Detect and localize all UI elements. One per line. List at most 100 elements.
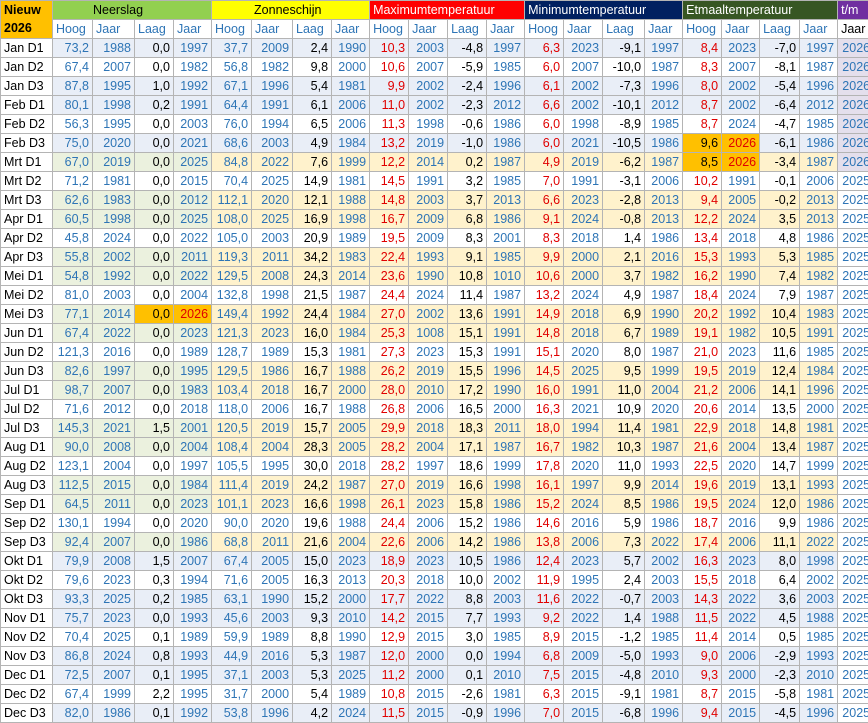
tm-year-cell: 2026 (838, 77, 868, 96)
tm-year-cell: 2025 (838, 286, 868, 305)
year-cell: 2004 (409, 438, 448, 457)
value-cell: 8,5 (683, 153, 722, 172)
year-cell: 2010 (487, 666, 525, 685)
table-row: Jul D3145,320211,52001120,5201915,720052… (1, 419, 868, 438)
value-cell: 14,3 (683, 590, 722, 609)
value-cell: 77,1 (53, 305, 93, 324)
year-cell: 2002 (645, 552, 683, 571)
year-cell: 1989 (332, 685, 370, 704)
tm-year-cell: 2025 (838, 210, 868, 229)
column-header: Laag (603, 20, 645, 39)
value-cell: 0,0 (135, 495, 174, 514)
row-label: Nov D1 (1, 609, 53, 628)
year-cell: 1990 (332, 628, 370, 647)
value-cell: -0,2 (760, 191, 800, 210)
value-cell: 54,8 (53, 267, 93, 286)
year-cell: 1994 (252, 115, 293, 134)
value-cell: -4,5 (760, 704, 800, 723)
value-cell: -2,8 (603, 191, 645, 210)
year-cell: 2005 (722, 191, 760, 210)
value-cell: 16,0 (525, 381, 564, 400)
value-cell: 15,7 (293, 419, 332, 438)
group-header-maxtemp: Maximumtemperatuur (370, 1, 525, 20)
year-cell: 2008 (93, 438, 135, 457)
value-cell: 6,0 (525, 134, 564, 153)
year-cell: 2007 (93, 533, 135, 552)
value-cell: 12,1 (293, 191, 332, 210)
year-cell: 2022 (564, 590, 603, 609)
year-cell: 2023 (564, 39, 603, 58)
group-header-zonneschijn: Zonneschijn (212, 1, 370, 20)
year-cell: 2009 (409, 210, 448, 229)
year-cell: 2019 (722, 476, 760, 495)
year-cell: 2024 (722, 495, 760, 514)
year-cell: 1981 (332, 77, 370, 96)
year-cell: 1995 (174, 685, 212, 704)
year-cell: 2006 (409, 400, 448, 419)
value-cell: 9,4 (683, 704, 722, 723)
value-cell: -4,7 (760, 115, 800, 134)
value-cell: 16,7 (293, 381, 332, 400)
year-cell: 1987 (487, 153, 525, 172)
year-cell: 2025 (93, 628, 135, 647)
year-cell: 2001 (487, 229, 525, 248)
row-label: Aug D3 (1, 476, 53, 495)
year-cell: 2022 (800, 533, 838, 552)
value-cell: 9,4 (683, 191, 722, 210)
tm-year-cell: 2025 (838, 514, 868, 533)
year-cell: 1986 (487, 495, 525, 514)
value-cell: -2,4 (448, 77, 487, 96)
year-cell: 2024 (564, 210, 603, 229)
year-cell: 1997 (645, 39, 683, 58)
value-cell: 9,2 (525, 609, 564, 628)
year-cell: 1995 (252, 457, 293, 476)
value-cell: -3,1 (603, 172, 645, 191)
value-cell: 67,4 (53, 324, 93, 343)
year-cell: 1994 (487, 647, 525, 666)
value-cell: 79,6 (53, 571, 93, 590)
row-label: Aug D2 (1, 457, 53, 476)
value-cell: 0,0 (135, 248, 174, 267)
column-header: Jaar (564, 20, 603, 39)
value-cell: 119,3 (212, 248, 252, 267)
row-label: Nov D2 (1, 628, 53, 647)
year-cell: 2022 (174, 229, 212, 248)
year-cell: 1988 (332, 400, 370, 419)
row-label: Sep D1 (1, 495, 53, 514)
year-cell: 1995 (564, 571, 603, 590)
year-cell: 2007 (174, 552, 212, 571)
value-cell: 18,0 (525, 419, 564, 438)
column-header: Laag (448, 20, 487, 39)
year-cell: 1996 (487, 77, 525, 96)
value-cell: 80,1 (53, 96, 93, 115)
year-cell: 1998 (332, 495, 370, 514)
year-cell: 2003 (487, 590, 525, 609)
row-label: Jul D2 (1, 400, 53, 419)
year-cell: 1984 (800, 362, 838, 381)
value-cell: 0,0 (135, 153, 174, 172)
value-cell: 14,8 (370, 191, 409, 210)
year-cell: 2020 (645, 400, 683, 419)
year-cell: 2016 (93, 343, 135, 362)
value-cell: 73,2 (53, 39, 93, 58)
table-row: Feb D256,319950,0200376,019946,5200611,3… (1, 115, 868, 134)
year-cell: 1985 (487, 248, 525, 267)
year-cell: 1997 (174, 39, 212, 58)
value-cell: -6,2 (603, 153, 645, 172)
value-cell: 24,2 (293, 476, 332, 495)
value-cell: 21,6 (293, 533, 332, 552)
value-cell: 92,4 (53, 533, 93, 552)
value-cell: 18,3 (448, 419, 487, 438)
year-cell: 2015 (409, 704, 448, 723)
value-cell: 103,4 (212, 381, 252, 400)
value-cell: 29,9 (370, 419, 409, 438)
column-header: Jaar (838, 20, 868, 39)
year-cell: 2023 (252, 324, 293, 343)
year-cell: 1991 (564, 381, 603, 400)
value-cell: 6,6 (525, 96, 564, 115)
value-cell: -9,1 (603, 39, 645, 58)
value-cell: -4,8 (603, 666, 645, 685)
tm-year-cell: 2025 (838, 704, 868, 723)
value-cell: 79,9 (53, 552, 93, 571)
value-cell: 8,7 (683, 685, 722, 704)
